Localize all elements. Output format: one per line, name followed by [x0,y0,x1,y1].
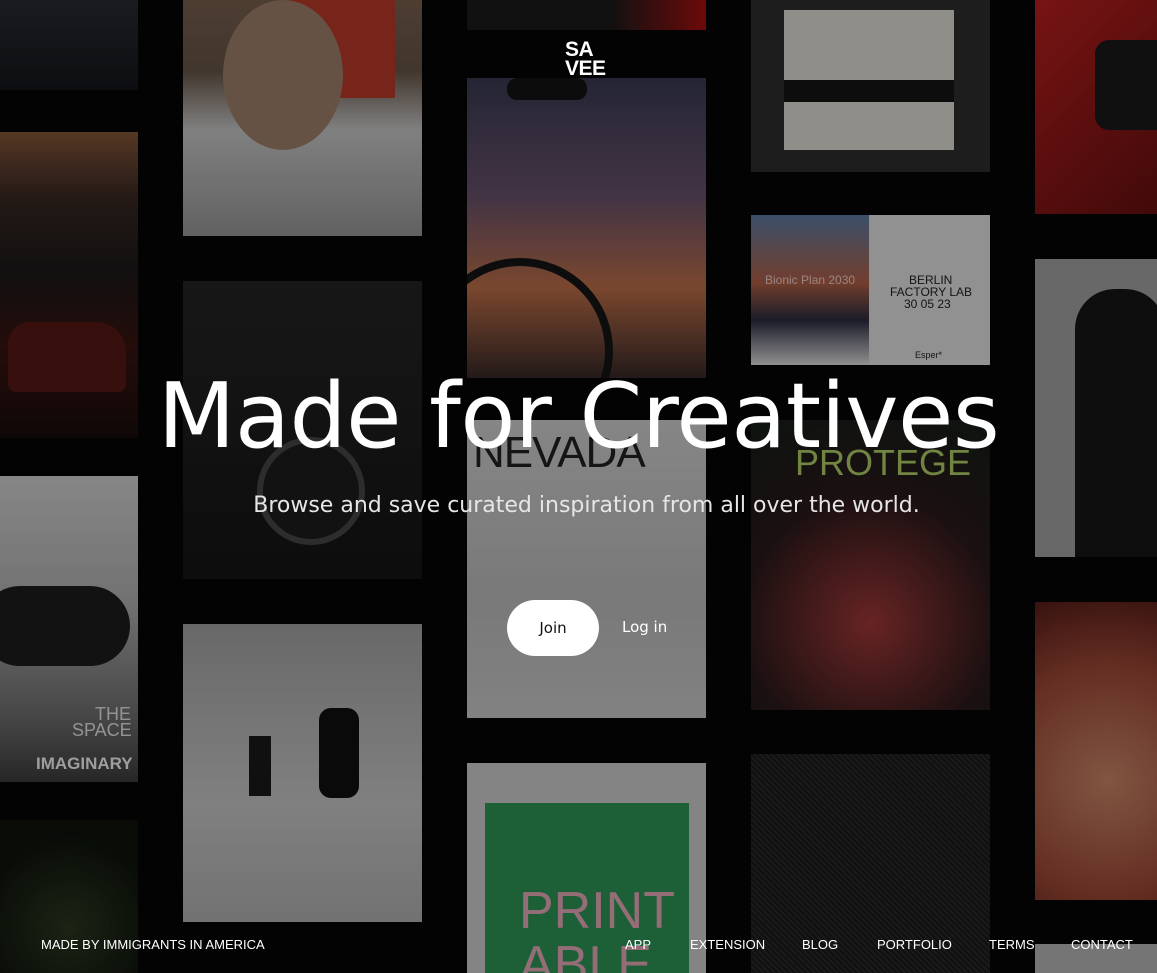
footer-link-contact[interactable]: CONTACT [1071,937,1133,952]
tile-shoe [751,0,990,172]
tile-text-imaginary: IMAGINARY [36,754,133,773]
login-link[interactable]: Log in [622,618,667,636]
logo-line-2: VEE [565,57,606,80]
footer-link-blog[interactable]: BLOG [802,937,838,952]
join-button[interactable]: Join [507,600,599,656]
footer-nav: APP EXTENSION BLOG PORTFOLIO TERMS CONTA… [0,937,1157,957]
tile-text-print: PRINT [519,882,675,940]
tile-bicycle [467,78,706,378]
tile-portrait [183,0,422,236]
footer-link-portfolio[interactable]: PORTFOLIO [877,937,952,952]
hero-subtitle: Browse and save curated inspiration from… [253,493,920,518]
tile-the-space: THE SPACE IMAGINARY [0,476,138,782]
hero-title: Made for Creatives [157,364,1000,469]
tile-berlin: Bionic Plan 2030 BERLIN FACTORY LAB 30 0… [751,215,990,365]
footer-link-app[interactable]: APP [625,937,651,952]
tile-text-space: SPACE [72,720,132,740]
savee-logo[interactable]: SA VEE [565,39,606,80]
tile-text-esper: Esper* [915,350,943,360]
footer-link-extension[interactable]: EXTENSION [690,937,765,952]
landing-page: THE SPACE IMAGINARY NEVADA PRINT ABLE Bi… [0,0,1157,973]
tile-dice [1035,0,1157,214]
tile-sea [0,0,138,90]
tile-horse [183,624,422,922]
tile-top-red [467,0,706,30]
tile-text-date: 30 05 23 [904,297,951,311]
tile-face-closeup [1035,602,1157,900]
footer-link-terms[interactable]: TERMS [989,937,1035,952]
tile-text-bionic: Bionic Plan 2030 [765,273,856,287]
